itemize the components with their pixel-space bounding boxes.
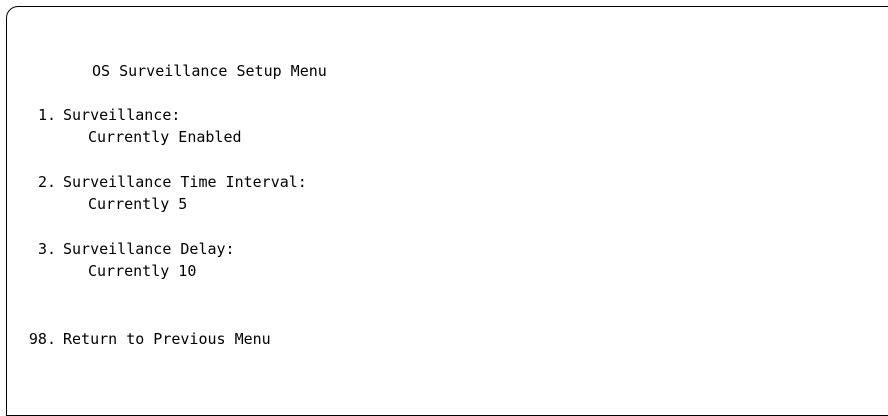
option-current-value: Currently 10 xyxy=(88,262,197,280)
menu-option-time-interval[interactable]: 2. Surveillance Time Interval: Currently… xyxy=(0,171,700,217)
option-current-value: Currently 5 xyxy=(88,195,188,213)
option-label: Surveillance: xyxy=(63,106,181,124)
menu-option-return[interactable]: 98. Return to Previous Menu xyxy=(0,328,700,352)
menu-option-delay[interactable]: 3. Surveillance Delay: Currently 10 xyxy=(0,238,700,284)
option-label: Surveillance Time Interval: xyxy=(63,173,307,191)
option-number: 3. xyxy=(37,240,56,258)
option-number: 98. xyxy=(28,330,56,348)
option-label: Surveillance Delay: xyxy=(63,240,235,258)
option-current-value: Currently Enabled xyxy=(88,128,242,146)
option-number: 2. xyxy=(37,173,56,191)
menu-title: OS Surveillance Setup Menu xyxy=(92,62,327,80)
option-number: 1. xyxy=(37,106,56,124)
option-label: Return to Previous Menu xyxy=(63,330,271,348)
menu-option-surveillance[interactable]: 1. Surveillance: Currently Enabled xyxy=(0,104,700,150)
